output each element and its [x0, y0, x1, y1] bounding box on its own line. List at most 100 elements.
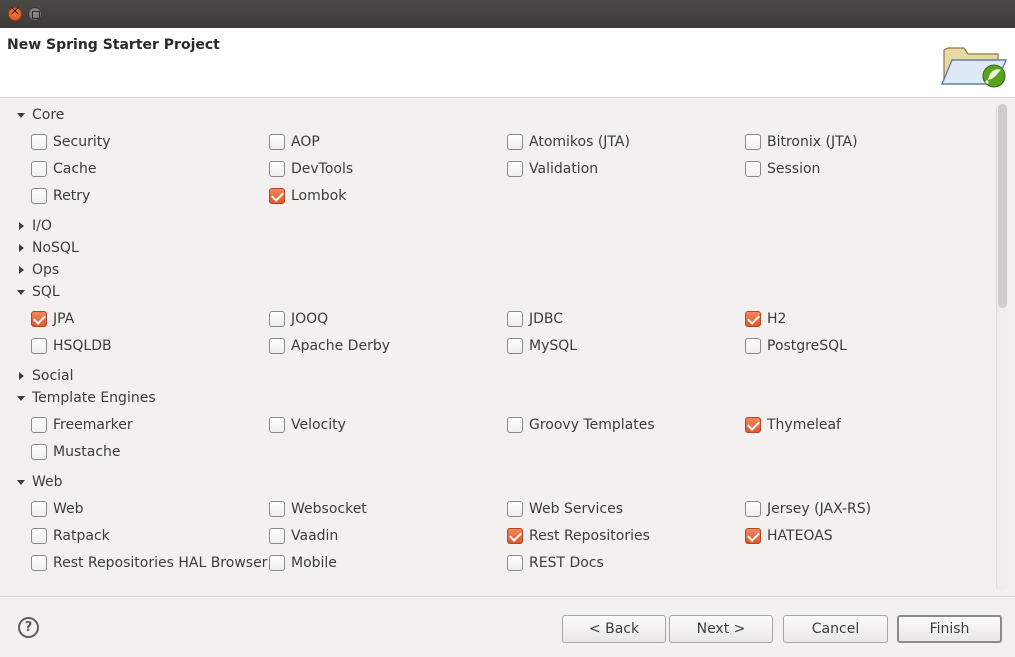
expand-arrow-right-icon[interactable]	[16, 221, 26, 231]
dependency-checkbox-websocket[interactable]: Websocket	[269, 499, 367, 519]
dependency-checkbox-web[interactable]: Web	[31, 499, 84, 519]
checkbox-unchecked-icon[interactable]	[31, 134, 47, 150]
dependency-checkbox-mustache[interactable]: Mustache	[31, 442, 121, 462]
back-button[interactable]: < Back	[562, 615, 666, 643]
dependency-checkbox-rest-repositories[interactable]: Rest Repositories	[507, 526, 650, 546]
checkbox-unchecked-icon[interactable]	[269, 161, 285, 177]
checkbox-unchecked-icon[interactable]	[269, 338, 285, 354]
category-label: I/O	[32, 218, 52, 234]
category-i-o[interactable]: I/O	[16, 216, 52, 236]
dependency-checkbox-validation[interactable]: Validation	[507, 159, 598, 179]
dependency-checkbox-vaadin[interactable]: Vaadin	[269, 526, 338, 546]
checkbox-unchecked-icon[interactable]	[507, 417, 523, 433]
category-ops[interactable]: Ops	[16, 260, 59, 280]
checkbox-checked-icon[interactable]	[269, 188, 285, 204]
dependency-checkbox-session[interactable]: Session	[745, 159, 820, 179]
checkbox-unchecked-icon[interactable]	[31, 338, 47, 354]
dependency-checkbox-mobile[interactable]: Mobile	[269, 553, 337, 573]
cancel-button[interactable]: Cancel	[783, 615, 888, 643]
expand-arrow-down-icon[interactable]	[16, 477, 26, 487]
checkbox-unchecked-icon[interactable]	[31, 528, 47, 544]
dependency-checkbox-jersey-jax-rs[interactable]: Jersey (JAX-RS)	[745, 499, 871, 519]
expand-arrow-down-icon[interactable]	[16, 393, 26, 403]
checkbox-unchecked-icon[interactable]	[507, 311, 523, 327]
checkbox-unchecked-icon[interactable]	[507, 338, 523, 354]
dependency-label: Session	[767, 161, 821, 177]
dependency-checkbox-bitronix-jta[interactable]: Bitronix (JTA)	[745, 132, 858, 152]
category-nosql[interactable]: NoSQL	[16, 238, 79, 258]
category-core[interactable]: Core	[16, 105, 64, 125]
dependency-checkbox-h2[interactable]: H2	[745, 309, 786, 329]
expand-arrow-right-icon[interactable]	[16, 371, 26, 381]
dependency-checkbox-web-services[interactable]: Web Services	[507, 499, 623, 519]
checkbox-unchecked-icon[interactable]	[269, 528, 285, 544]
dependency-checkbox-devtools[interactable]: DevTools	[269, 159, 353, 179]
checkbox-unchecked-icon[interactable]	[745, 338, 761, 354]
window-maximize-button[interactable]	[28, 7, 42, 21]
checkbox-unchecked-icon[interactable]	[745, 161, 761, 177]
checkbox-unchecked-icon[interactable]	[269, 501, 285, 517]
expand-arrow-right-icon[interactable]	[16, 243, 26, 253]
category-web[interactable]: Web	[16, 472, 63, 492]
dependency-checkbox-ratpack[interactable]: Ratpack	[31, 526, 110, 546]
checkbox-checked-icon[interactable]	[745, 417, 761, 433]
dependency-checkbox-apache-derby[interactable]: Apache Derby	[269, 336, 390, 356]
expand-arrow-down-icon[interactable]	[16, 110, 26, 120]
next-button[interactable]: Next >	[669, 615, 773, 643]
dependency-checkbox-jdbc[interactable]: JDBC	[507, 309, 563, 329]
checkbox-unchecked-icon[interactable]	[269, 311, 285, 327]
checkbox-checked-icon[interactable]	[745, 528, 761, 544]
checkbox-unchecked-icon[interactable]	[745, 501, 761, 517]
category-label: NoSQL	[32, 240, 79, 256]
expand-arrow-right-icon[interactable]	[16, 265, 26, 275]
dependency-checkbox-freemarker[interactable]: Freemarker	[31, 415, 133, 435]
vertical-scrollbar[interactable]	[996, 104, 1008, 591]
dependency-checkbox-security[interactable]: Security	[31, 132, 111, 152]
dependency-checkbox-hateoas[interactable]: HATEOAS	[745, 526, 833, 546]
expand-arrow-down-icon[interactable]	[16, 287, 26, 297]
dependency-checkbox-jooq[interactable]: JOOQ	[269, 309, 328, 329]
dependency-checkbox-groovy-templates[interactable]: Groovy Templates	[507, 415, 655, 435]
checkbox-checked-icon[interactable]	[507, 528, 523, 544]
checkbox-unchecked-icon[interactable]	[745, 134, 761, 150]
dependency-checkbox-hsqldb[interactable]: HSQLDB	[31, 336, 112, 356]
dependency-checkbox-retry[interactable]: Retry	[31, 186, 90, 206]
checkbox-unchecked-icon[interactable]	[31, 444, 47, 460]
finish-button[interactable]: Finish	[897, 615, 1002, 643]
category-social[interactable]: Social	[16, 366, 74, 386]
dependency-checkbox-cache[interactable]: Cache	[31, 159, 97, 179]
checkbox-unchecked-icon[interactable]	[269, 555, 285, 571]
category-sql[interactable]: SQL	[16, 282, 60, 302]
dependency-checkbox-aop[interactable]: AOP	[269, 132, 320, 152]
checkbox-unchecked-icon[interactable]	[31, 417, 47, 433]
checkbox-unchecked-icon[interactable]	[31, 188, 47, 204]
dependency-checkbox-rest-docs[interactable]: REST Docs	[507, 553, 604, 573]
checkbox-unchecked-icon[interactable]	[31, 555, 47, 571]
dependency-checkbox-velocity[interactable]: Velocity	[269, 415, 346, 435]
checkbox-unchecked-icon[interactable]	[507, 134, 523, 150]
checkbox-checked-icon[interactable]	[745, 311, 761, 327]
dependency-checkbox-thymeleaf[interactable]: Thymeleaf	[745, 415, 841, 435]
help-icon[interactable]: ?	[18, 617, 39, 638]
scrollbar-thumb[interactable]	[998, 104, 1007, 308]
dependency-tree: Core Security AOP Atomikos (JTA) Bitronix (J…	[0, 99, 1015, 596]
dependency-checkbox-lombok[interactable]: Lombok	[269, 186, 346, 206]
checkbox-unchecked-icon[interactable]	[507, 555, 523, 571]
checkbox-unchecked-icon[interactable]	[507, 501, 523, 517]
window-close-button[interactable]	[8, 4, 22, 21]
checkbox-unchecked-icon[interactable]	[269, 134, 285, 150]
dependency-checkbox-postgresql[interactable]: PostgreSQL	[745, 336, 847, 356]
dependency-checkbox-atomikos-jta[interactable]: Atomikos (JTA)	[507, 132, 630, 152]
category-template-engines[interactable]: Template Engines	[16, 388, 156, 408]
dependency-label: Thymeleaf	[767, 417, 841, 433]
checkbox-unchecked-icon[interactable]	[31, 501, 47, 517]
checkbox-checked-icon[interactable]	[31, 311, 47, 327]
checkbox-unchecked-icon[interactable]	[31, 161, 47, 177]
dependency-checkbox-rest-repositories-hal-browser[interactable]: Rest Repositories HAL Browser	[31, 553, 267, 573]
dependency-checkbox-mysql[interactable]: MySQL	[507, 336, 577, 356]
checkbox-unchecked-icon[interactable]	[507, 161, 523, 177]
dependency-label: Apache Derby	[291, 338, 390, 354]
category-label: Ops	[32, 262, 60, 278]
checkbox-unchecked-icon[interactable]	[269, 417, 285, 433]
dependency-checkbox-jpa[interactable]: JPA	[31, 309, 74, 329]
